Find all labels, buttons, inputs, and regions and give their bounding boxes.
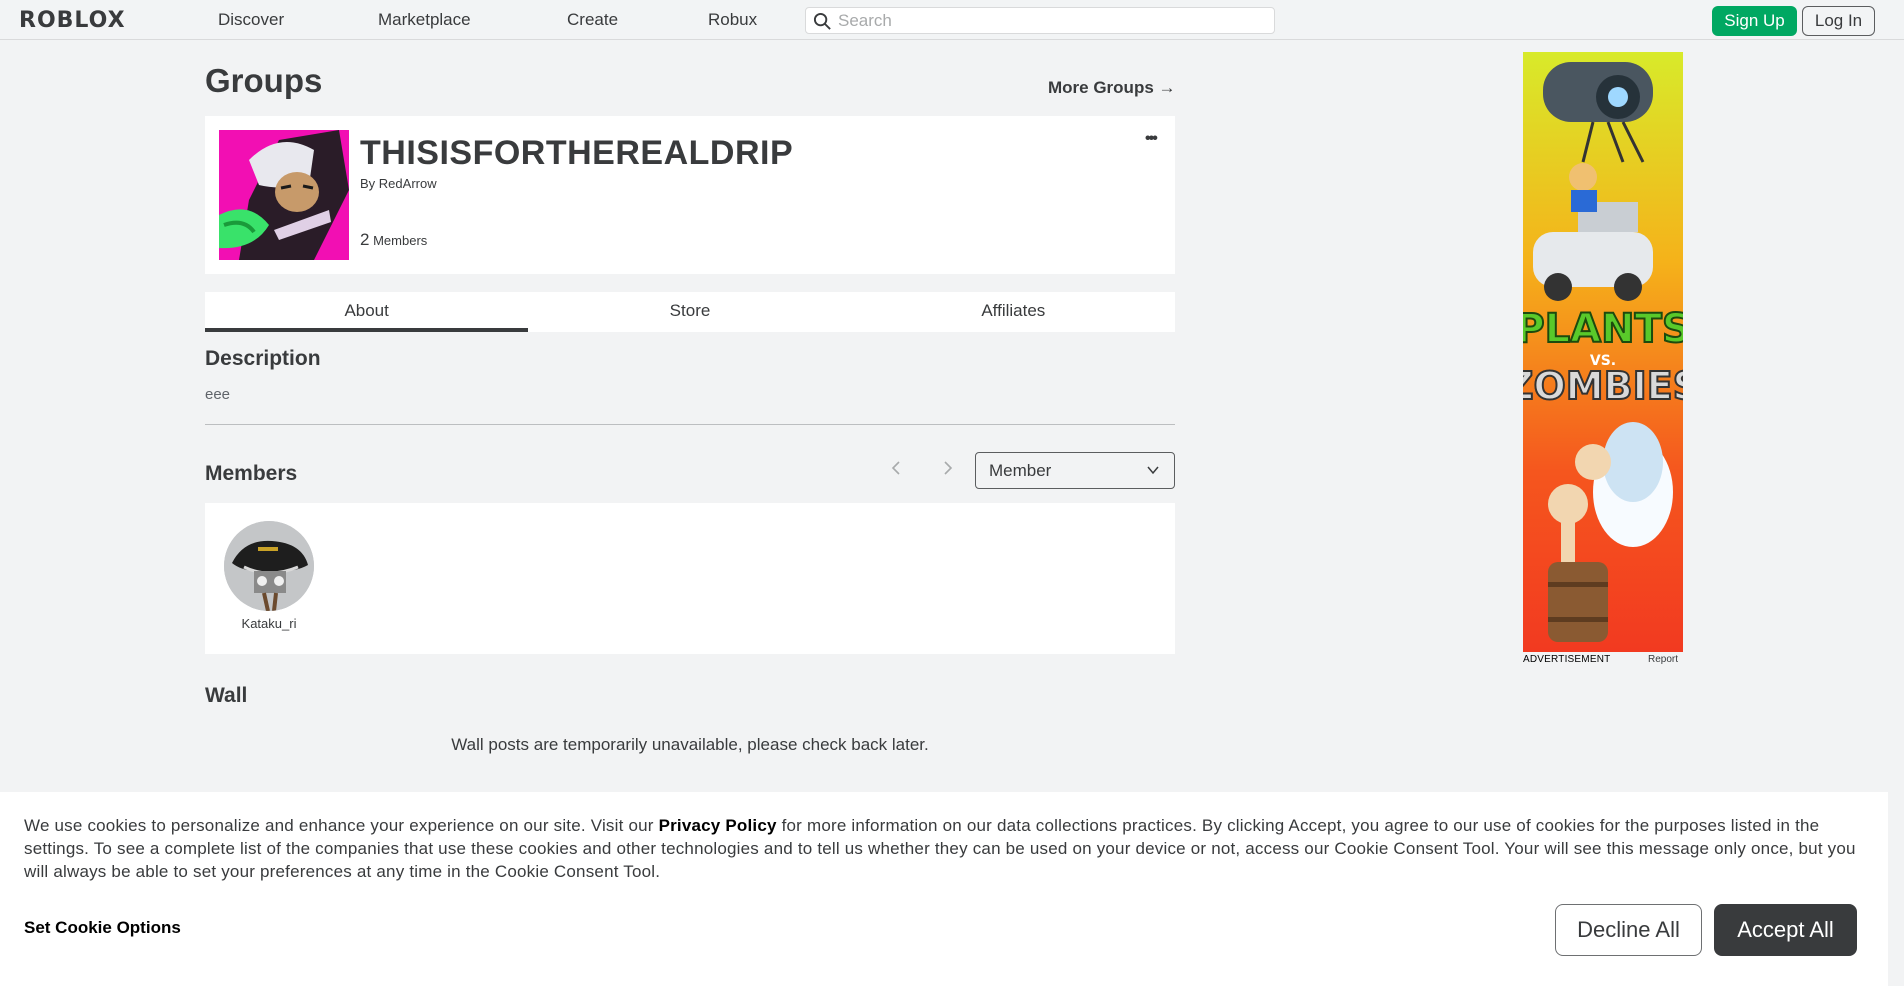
next-page-icon[interactable] bbox=[942, 460, 954, 481]
top-navigation-bar: ROBLOX Discover Marketplace Create Robux… bbox=[0, 0, 1904, 40]
tab-store[interactable]: Store bbox=[528, 292, 851, 332]
more-dots-icon[interactable]: ••• bbox=[1145, 130, 1158, 148]
sign-up-button[interactable]: Sign Up bbox=[1712, 6, 1797, 36]
group-header-card: THISISFORTHEREALDRIP By RedArrow 2 Membe… bbox=[205, 116, 1175, 274]
group-tabs: About Store Affiliates bbox=[205, 292, 1175, 332]
nav-marketplace[interactable]: Marketplace bbox=[378, 10, 471, 30]
nav-create[interactable]: Create bbox=[567, 10, 618, 30]
page-title: Groups bbox=[205, 62, 323, 99]
group-owner-line: By RedArrow bbox=[360, 176, 437, 191]
cookie-text-before: We use cookies to personalize and enhanc… bbox=[24, 816, 659, 835]
member-count-label: Members bbox=[373, 233, 428, 248]
role-dropdown-value: Member bbox=[989, 461, 1052, 480]
privacy-policy-link[interactable]: Privacy Policy bbox=[659, 816, 777, 835]
advertisement-banner[interactable]: PLANTS VS. ZOMBIES bbox=[1523, 52, 1683, 652]
search-icon bbox=[813, 12, 831, 30]
description-heading: Description bbox=[205, 347, 321, 370]
log-in-button[interactable]: Log In bbox=[1802, 6, 1875, 36]
search-input[interactable] bbox=[838, 10, 1268, 32]
member-count-number: 2 bbox=[360, 230, 370, 249]
member-count: 2 Members bbox=[360, 230, 427, 250]
previous-page-icon[interactable] bbox=[890, 460, 902, 481]
wall-unavailable-message: Wall posts are temporarily unavailable, … bbox=[451, 735, 929, 754]
report-ad-link[interactable]: Report bbox=[1648, 654, 1678, 665]
wall-heading: Wall bbox=[205, 684, 248, 707]
more-groups-link[interactable]: More Groups → bbox=[1048, 78, 1176, 98]
ad-title-line2: ZOMBIES bbox=[1523, 364, 1683, 408]
avatar[interactable] bbox=[224, 521, 314, 611]
members-heading: Members bbox=[205, 462, 298, 485]
tab-affiliates[interactable]: Affiliates bbox=[852, 292, 1175, 332]
by-prefix: By bbox=[360, 176, 376, 191]
section-divider bbox=[205, 424, 1175, 425]
ad-title-line1: PLANTS bbox=[1523, 306, 1683, 352]
nav-robux[interactable]: Robux bbox=[708, 10, 757, 30]
member-card[interactable]: Kataku_ri bbox=[224, 521, 314, 631]
group-name: THISISFORTHEREALDRIP bbox=[360, 134, 794, 172]
members-list: Kataku_ri bbox=[205, 503, 1175, 654]
accept-all-button[interactable]: Accept All bbox=[1714, 904, 1857, 956]
chevron-down-icon bbox=[1147, 466, 1159, 475]
set-cookie-options-link[interactable]: Set Cookie Options bbox=[24, 918, 181, 938]
tab-about[interactable]: About bbox=[205, 292, 529, 332]
group-owner-link[interactable]: RedArrow bbox=[379, 176, 437, 191]
scrollbar-track[interactable] bbox=[1888, 41, 1904, 786]
cookie-consent-text: We use cookies to personalize and enhanc… bbox=[24, 814, 1864, 883]
member-name[interactable]: Kataku_ri bbox=[224, 616, 314, 631]
group-emblem-image bbox=[219, 130, 349, 260]
role-dropdown[interactable]: Member bbox=[975, 452, 1175, 489]
description-text: eee bbox=[205, 386, 231, 403]
decline-all-button[interactable]: Decline All bbox=[1555, 904, 1702, 956]
advertisement-label: ADVERTISEMENT bbox=[1523, 654, 1611, 665]
roblox-logo[interactable]: ROBLOX bbox=[19, 8, 126, 33]
cookie-consent-banner: We use cookies to personalize and enhanc… bbox=[0, 792, 1888, 986]
search-box bbox=[805, 7, 1275, 34]
nav-discover[interactable]: Discover bbox=[218, 10, 284, 30]
